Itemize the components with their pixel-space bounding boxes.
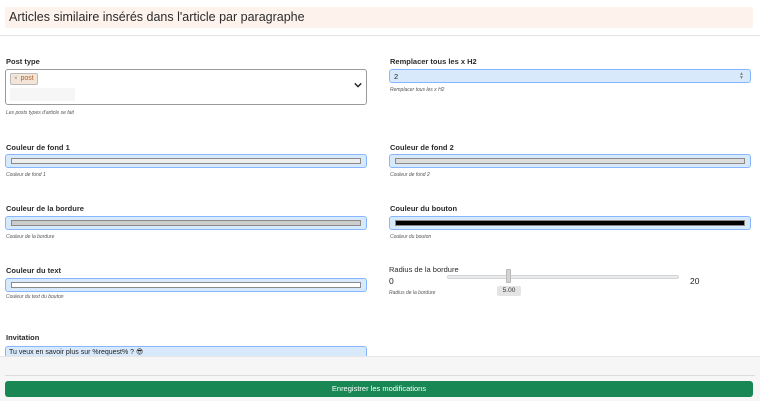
invitation-value: Tu veux en savoir plus sur %request% ? 😎 xyxy=(9,349,144,356)
invitation-label: Invitation xyxy=(6,333,40,342)
replace-h2-value: 2 xyxy=(394,72,399,81)
chevron-down-icon[interactable] xyxy=(354,81,362,89)
replace-h2-help: Remplacer tous les x H2 xyxy=(390,87,445,93)
border-color-swatch xyxy=(11,220,361,226)
border-color-label: Couleur de la bordure xyxy=(6,204,84,213)
post-type-search-input[interactable] xyxy=(10,88,75,101)
bg-color-1-swatch xyxy=(11,158,361,164)
chip-remove-icon[interactable]: × xyxy=(14,76,18,82)
bg-color-2-input[interactable] xyxy=(389,154,751,168)
bg-color-1-help: Couleur de fond 1 xyxy=(6,172,46,178)
header-divider xyxy=(0,35,760,36)
border-color-help: Couleur de la bordure xyxy=(6,234,55,240)
save-button[interactable]: Enregistrer les modifications xyxy=(5,381,753,397)
replace-h2-input[interactable]: 2 ▲ ▼ xyxy=(389,69,751,83)
border-radius-label: Radius de la bordure xyxy=(389,265,459,274)
bg-color-2-label: Couleur de fond 2 xyxy=(390,143,454,152)
border-radius-value: 5.00 xyxy=(497,286,521,296)
bg-color-1-label: Couleur de fond 1 xyxy=(6,143,70,152)
bg-color-1-input[interactable] xyxy=(5,154,367,168)
chip-label: post xyxy=(20,75,34,82)
border-radius-slider-handle[interactable] xyxy=(506,269,511,283)
button-color-help: Couleur du bouton xyxy=(390,234,432,240)
button-color-label: Couleur du bouton xyxy=(390,204,458,213)
border-radius-max: 20 xyxy=(690,276,700,286)
post-type-label: Post type xyxy=(6,57,40,66)
number-spinner[interactable]: ▲ ▼ xyxy=(739,72,744,81)
text-color-swatch xyxy=(11,282,361,288)
text-color-label: Couleur du text xyxy=(6,266,62,275)
border-radius-help: Radius de la bordure xyxy=(389,290,436,296)
button-color-input[interactable] xyxy=(389,216,751,230)
post-type-select[interactable]: × post xyxy=(5,69,367,105)
replace-h2-label: Remplacer tous les x H2 xyxy=(390,57,477,66)
border-radius-slider-track[interactable] xyxy=(447,275,679,279)
bg-color-2-swatch xyxy=(395,158,745,164)
page-header: Articles similaire insérés dans l'articl… xyxy=(5,7,753,28)
text-color-help: Couleur du text du bouton xyxy=(6,294,64,300)
border-color-input[interactable] xyxy=(5,216,367,230)
spin-down-icon[interactable]: ▼ xyxy=(739,76,744,81)
page-title: Articles similaire insérés dans l'articl… xyxy=(9,10,305,24)
bg-color-2-help: Couleur de fond 2 xyxy=(390,172,430,178)
border-radius-min: 0 xyxy=(389,276,394,286)
footer-divider xyxy=(5,375,755,376)
button-color-swatch xyxy=(395,220,745,226)
text-color-input[interactable] xyxy=(5,278,367,292)
post-type-help: Les posts types d'article se fait xyxy=(6,110,74,116)
post-type-chip[interactable]: × post xyxy=(10,73,38,85)
